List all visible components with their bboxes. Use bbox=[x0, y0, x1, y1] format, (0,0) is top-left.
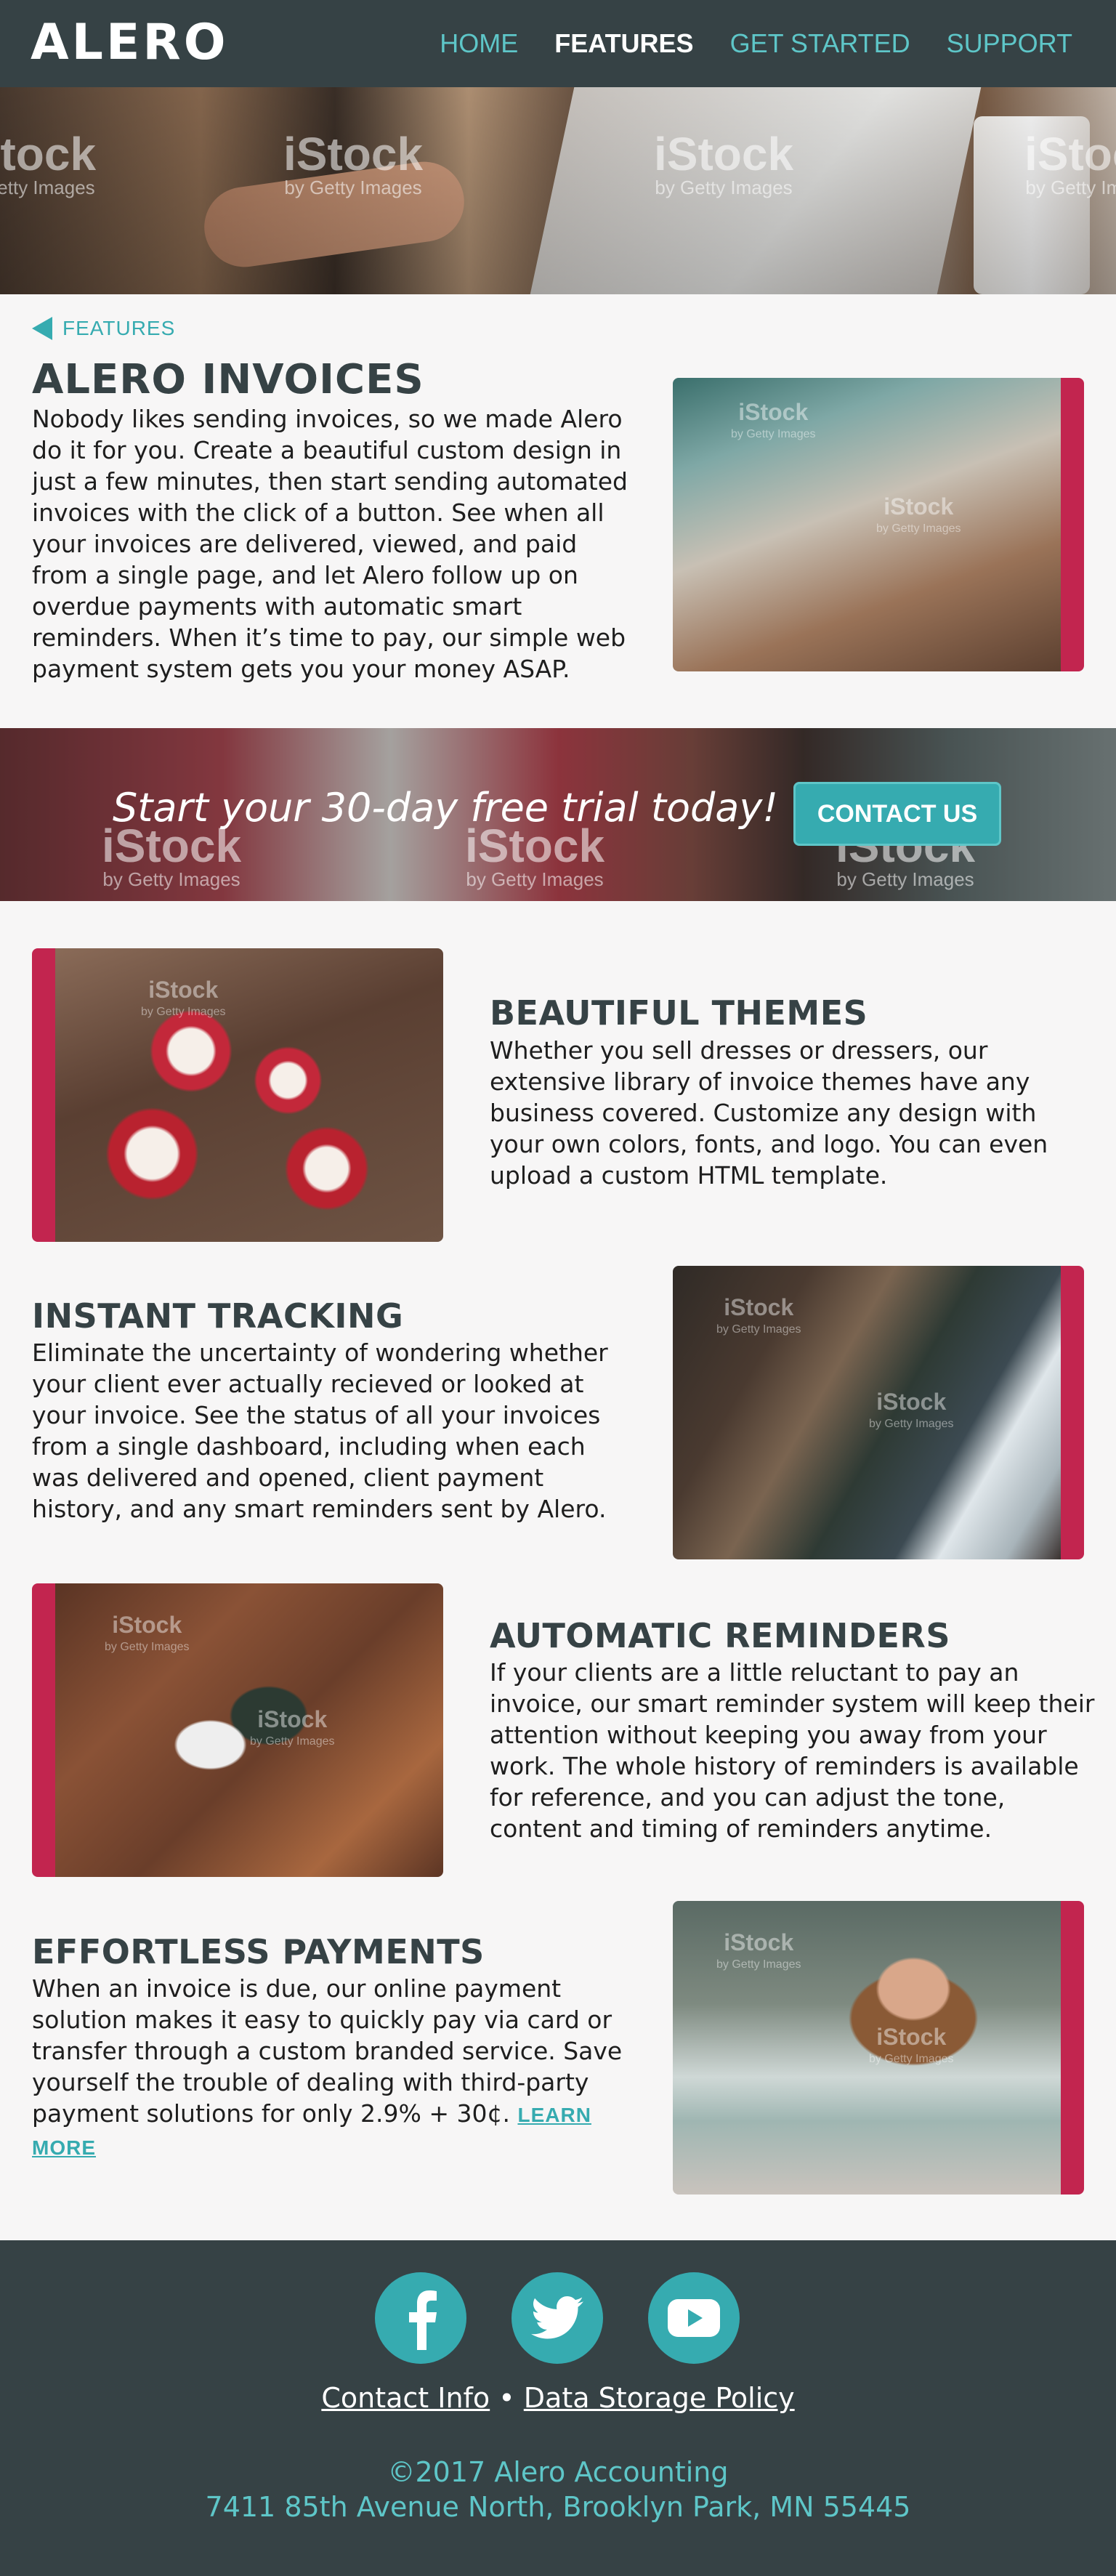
nav-links: HOME FEATURES GET STARTED SUPPORT bbox=[440, 22, 1072, 65]
accent-bar bbox=[32, 948, 55, 1242]
accent-bar bbox=[1061, 1901, 1084, 2195]
back-triangle-icon bbox=[32, 317, 52, 340]
feature-title-themes: BEAUTIFUL THEMES bbox=[490, 993, 868, 1033]
cta-banner: iStock by Getty Images iStock by Getty Ima… bbox=[0, 728, 1116, 901]
nav-link-home[interactable]: HOME bbox=[440, 22, 518, 65]
social-links bbox=[375, 2272, 740, 2364]
feature-text-themes: Whether you sell dresses or dressers, ou… bbox=[490, 1036, 1048, 1190]
facebook-button[interactable] bbox=[375, 2272, 466, 2364]
nav-link-get-started[interactable]: GET STARTED bbox=[730, 22, 910, 65]
nav-link-features[interactable]: FEATURES bbox=[554, 22, 693, 65]
accent-bar bbox=[1061, 1266, 1084, 1559]
cupcakes-photo: iStock by Getty Images bbox=[32, 948, 443, 1242]
footer-links: Contact Info • Data Storage Policy bbox=[0, 2382, 1116, 2414]
invoice-signing-photo: iStock by Getty Images iStock by Getty Ima… bbox=[673, 378, 1084, 671]
breadcrumb[interactable]: FEATURES bbox=[32, 317, 175, 340]
watermark: iStockby Getty Images bbox=[283, 128, 424, 198]
page-title: ALERO INVOICES bbox=[32, 356, 424, 403]
reminders-desk-photo: iStock by Getty Images iStock by Getty Ima… bbox=[32, 1583, 443, 1877]
data-storage-policy-link[interactable]: Data Storage Policy bbox=[524, 2382, 795, 2414]
feature-title-tracking: INSTANT TRACKING bbox=[32, 1296, 404, 1336]
watermark: iStockby Getty Images bbox=[654, 128, 794, 198]
watermark: iStockby Getty Images bbox=[1024, 128, 1116, 198]
feature-title-payments: EFFORTLESS PAYMENTS bbox=[32, 1932, 485, 1971]
youtube-button[interactable] bbox=[648, 2272, 740, 2364]
footer: Contact Info • Data Storage Policy ©2017… bbox=[0, 2240, 1116, 2576]
hero-image: iStockby Getty Images iStockby Getty Ima… bbox=[0, 87, 1116, 294]
youtube-icon bbox=[668, 2299, 720, 2337]
address: 7411 85th Avenue North, Brooklyn Park, M… bbox=[205, 2491, 911, 2523]
watermark: iStockby Getty Images bbox=[0, 128, 97, 198]
contact-us-button[interactable]: CONTACT US bbox=[793, 782, 1001, 846]
watermark: iStockby Getty Images bbox=[102, 820, 242, 890]
link-separator: • bbox=[498, 2382, 515, 2414]
accent-bar bbox=[1061, 378, 1084, 671]
accent-bar bbox=[32, 1583, 55, 1877]
watermark: iStockby Getty Images bbox=[465, 820, 605, 890]
tracking-laptop-photo: iStock by Getty Images iStock by Getty Ima… bbox=[673, 1266, 1084, 1559]
breadcrumb-label: FEATURES bbox=[62, 317, 176, 339]
intro-text: Nobody likes sending invoices, so we mad… bbox=[32, 405, 628, 683]
top-navbar: ALERO HOME FEATURES GET STARTED SUPPORT bbox=[0, 0, 1116, 87]
cta-text: Start your 30-day free trial today! bbox=[113, 785, 778, 831]
twitter-icon bbox=[531, 2296, 583, 2339]
facebook-icon bbox=[409, 2290, 437, 2350]
logo[interactable]: ALERO bbox=[31, 10, 229, 76]
copyright: ©2017 Alero Accounting bbox=[387, 2456, 729, 2488]
feature-text-payments: When an invoice is due, our online payme… bbox=[32, 1974, 623, 2159]
nav-link-support[interactable]: SUPPORT bbox=[947, 22, 1072, 65]
feature-text-reminders: If your clients are a little reluctant t… bbox=[490, 1658, 1095, 1843]
feature-text-tracking: Eliminate the uncertainty of wondering w… bbox=[32, 1339, 608, 1523]
payments-woman-photo: iStock by Getty Images iStock by Getty Ima… bbox=[673, 1901, 1084, 2195]
feature-title-reminders: AUTOMATIC REMINDERS bbox=[490, 1616, 950, 1655]
contact-info-link[interactable]: Contact Info bbox=[321, 2382, 490, 2414]
footer-info: ©2017 Alero Accounting 7411 85th Avenue … bbox=[0, 2455, 1116, 2524]
twitter-button[interactable] bbox=[512, 2272, 603, 2364]
